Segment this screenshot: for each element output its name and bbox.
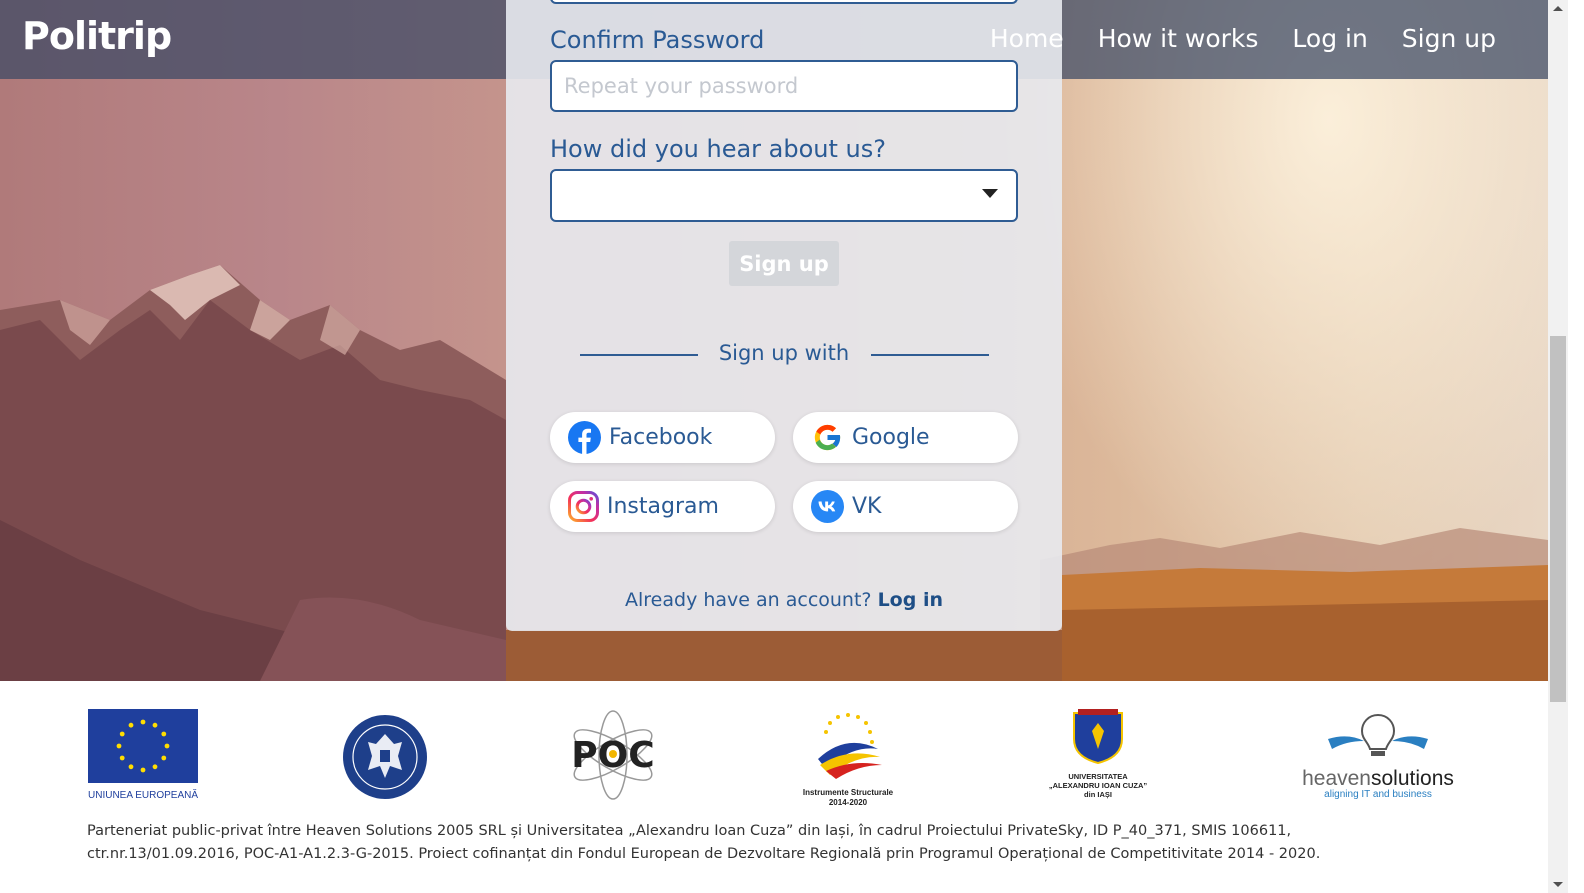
eu-caption: UNIUNEA EUROPEANĂ xyxy=(88,790,199,801)
vk-signup-button[interactable]: VK xyxy=(793,481,1018,532)
google-label: Google xyxy=(852,425,930,450)
footer-partnership-text: Parteneriat public-privat între Heaven S… xyxy=(87,823,1321,862)
uaic-caption-line2: „ALEXANDRU IOAN CUZA” xyxy=(1048,781,1148,790)
uaic-caption-line3: din IAȘI xyxy=(1084,790,1112,799)
heaven-solutions-bulb-icon xyxy=(1328,713,1428,756)
signup-button[interactable]: Sign up xyxy=(729,241,839,286)
page-scrollbar[interactable] xyxy=(1548,0,1568,893)
heaven-solutions-wordmark: heavensolutions xyxy=(1298,768,1458,789)
scroll-thumb[interactable] xyxy=(1550,336,1566,702)
facebook-signup-button[interactable]: Facebook xyxy=(550,412,775,463)
caret-down-icon xyxy=(982,189,998,198)
guvernul-romaniei-logo xyxy=(342,714,428,805)
scroll-up-arrow-icon[interactable] xyxy=(1553,6,1563,11)
hear-about-label: How did you hear about us? xyxy=(550,135,886,163)
signup-card: Confirm Password How did you hear about … xyxy=(506,0,1062,631)
confirm-password-input[interactable] xyxy=(550,60,1018,112)
poc-logo: POC xyxy=(566,709,660,806)
password-input-bottom-edge[interactable] xyxy=(550,0,1018,4)
poc-atom-icon: POC xyxy=(571,710,655,800)
instrumente-caption: Instrumente Structurale 2014-2020 xyxy=(796,788,900,808)
vk-label: VK xyxy=(852,494,882,519)
vk-icon xyxy=(811,490,844,523)
nav-links: Home How it works Log in Sign up xyxy=(990,24,1496,53)
instrumente-caption-line1: Instrumente Structurale xyxy=(802,788,894,797)
instrumente-caption-line2: 2014-2020 xyxy=(828,798,868,807)
facebook-icon xyxy=(568,421,601,454)
instrumente-structurale-icon xyxy=(818,713,882,779)
nav-login[interactable]: Log in xyxy=(1292,24,1367,53)
uaic-caption-line1: UNIVERSITATEA xyxy=(1068,772,1128,781)
already-text: Already have an account? xyxy=(625,589,872,611)
hear-about-select[interactable] xyxy=(550,169,1018,222)
uaic-caption: UNIVERSITATEA „ALEXANDRU IOAN CUZA” din … xyxy=(1048,772,1148,799)
eu-flag-icon xyxy=(88,709,198,783)
nav-home[interactable]: Home xyxy=(990,24,1064,53)
nav-signup[interactable]: Sign up xyxy=(1402,24,1496,53)
footer: UNIUNEA EUROPEANĂ POC xyxy=(0,681,1548,893)
instagram-label: Instagram xyxy=(607,494,719,519)
nav-how-it-works[interactable]: How it works xyxy=(1098,24,1259,53)
facebook-label: Facebook xyxy=(609,425,713,450)
divider-right xyxy=(871,354,989,356)
heaven-solutions-logo: heavensolutions aligning IT and business xyxy=(1298,711,1458,800)
uaic-crest-icon xyxy=(1073,709,1123,765)
login-link[interactable]: Log in xyxy=(878,589,943,611)
politrip-logo[interactable]: Politrip xyxy=(22,14,172,58)
uaic-logo: UNIVERSITATEA „ALEXANDRU IOAN CUZA” din … xyxy=(1048,709,1148,799)
guvernul-romaniei-seal-icon xyxy=(343,715,427,799)
heaven-wordmark-bold: solutions xyxy=(1371,767,1454,790)
instagram-icon xyxy=(568,491,599,522)
eu-flag-logo: UNIUNEA EUROPEANĂ xyxy=(88,709,198,801)
heaven-wordmark-light: heaven xyxy=(1302,767,1371,790)
signup-with-text: Sign up with xyxy=(718,341,850,365)
google-signup-button[interactable]: Google xyxy=(793,412,1018,463)
google-icon xyxy=(814,424,841,451)
scroll-down-arrow-icon[interactable] xyxy=(1553,882,1563,887)
already-have-account: Already have an account? Log in xyxy=(506,589,1062,611)
instrumente-structurale-logo: Instrumente Structurale 2014-2020 xyxy=(796,709,900,808)
instagram-signup-button[interactable]: Instagram xyxy=(550,481,775,532)
confirm-password-label: Confirm Password xyxy=(550,26,765,54)
heaven-solutions-tagline: aligning IT and business xyxy=(1324,789,1432,800)
